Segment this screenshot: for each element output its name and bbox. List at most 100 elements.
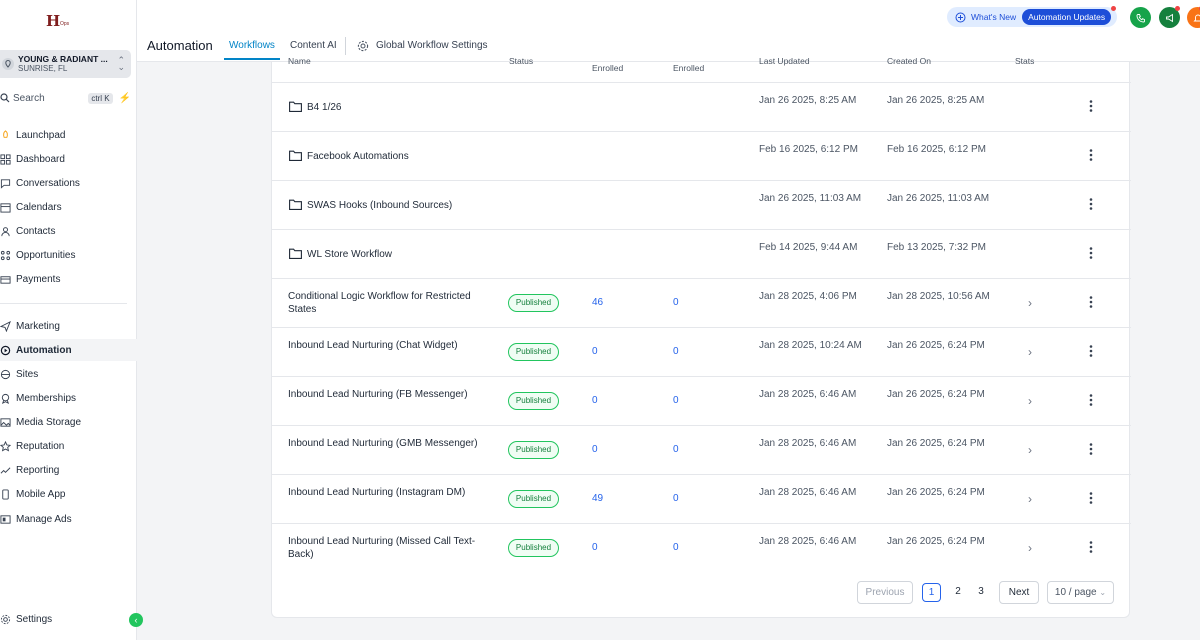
column-header-active-enrolled[interactable]: Enrolled — [673, 63, 704, 73]
folder-row[interactable]: B4 1/26 Jan 26 2025, 8:25 AM Jan 26 2025, … — [272, 82, 1131, 131]
collapse-sidebar-button[interactable]: ‹ — [129, 613, 143, 627]
previous-page-button[interactable]: Previous — [857, 581, 913, 604]
sidebar-item-reporting[interactable]: Reporting — [0, 459, 137, 481]
media-icon — [0, 417, 11, 427]
page-button-2[interactable]: 2 — [952, 586, 964, 597]
status-badge: Published — [508, 539, 559, 557]
last-updated-date: Jan 28 2025, 4:06 PM — [759, 291, 857, 302]
more-options-icon[interactable] — [1089, 99, 1093, 113]
workflow-name[interactable]: Inbound Lead Nurturing (FB Messenger) — [288, 388, 488, 401]
lightning-icon[interactable]: ⚡ — [119, 93, 131, 104]
next-page-button[interactable]: Next — [999, 581, 1039, 604]
total-enrolled-count[interactable]: 0 — [592, 444, 598, 455]
folder-name[interactable]: B4 1/26 — [307, 101, 341, 114]
folder-name[interactable]: Facebook Automations — [307, 150, 409, 163]
chevron-right-icon[interactable]: › — [1028, 443, 1032, 457]
column-header-name[interactable]: Name — [288, 56, 311, 66]
workflow-row[interactable]: Inbound Lead Nurturing (GMB Messenger) Pu… — [272, 425, 1131, 474]
sidebar-item-sites[interactable]: Sites — [0, 363, 137, 385]
column-header-total-enrolled[interactable]: Enrolled — [592, 63, 623, 73]
sidebar-item-opportunities[interactable]: Opportunities — [0, 244, 137, 266]
gear-icon[interactable] — [357, 40, 369, 52]
notifications-button[interactable] — [1187, 7, 1200, 28]
sidebar-item-dashboard[interactable]: Dashboard — [0, 148, 137, 170]
whats-new-banner[interactable]: What's New Automation Updates — [947, 7, 1117, 27]
workflow-name[interactable]: Inbound Lead Nurturing (GMB Messenger) — [288, 437, 488, 450]
total-enrolled-count[interactable]: 49 — [592, 493, 603, 504]
chevron-right-icon[interactable]: › — [1028, 345, 1032, 359]
more-options-icon[interactable] — [1089, 540, 1093, 554]
workflow-name[interactable]: Inbound Lead Nurturing (Chat Widget) — [288, 339, 488, 352]
workflow-row[interactable]: Inbound Lead Nurturing (Instagram DM) Pub… — [272, 474, 1131, 523]
column-header-stats[interactable]: Stats — [1015, 56, 1034, 66]
status-badge: Published — [508, 343, 559, 361]
total-enrolled-count[interactable]: 0 — [592, 346, 598, 357]
brand-logo[interactable]: H Ops — [46, 12, 76, 36]
sidebar-item-media-storage[interactable]: Media Storage — [0, 411, 137, 433]
sidebar-item-marketing[interactable]: Marketing — [0, 315, 137, 337]
more-options-icon[interactable] — [1089, 295, 1093, 309]
folder-name[interactable]: SWAS Hooks (Inbound Sources) — [307, 199, 452, 212]
created-on-date: Jan 26 2025, 6:24 PM — [887, 438, 985, 449]
column-header-created-on[interactable]: Created On — [887, 56, 931, 66]
folder-row[interactable]: SWAS Hooks (Inbound Sources) Jan 26 2025,… — [272, 180, 1131, 229]
column-header-last-updated[interactable]: Last Updated — [759, 56, 810, 66]
tab-workflows[interactable]: Workflows — [229, 40, 275, 51]
sidebar-item-conversations[interactable]: Conversations — [0, 172, 137, 194]
chevron-right-icon[interactable]: › — [1028, 492, 1032, 506]
total-enrolled-count[interactable]: 0 — [592, 542, 598, 553]
active-enrolled-count[interactable]: 0 — [673, 542, 679, 553]
active-enrolled-count[interactable]: 0 — [673, 444, 679, 455]
sidebar-item-label: Media Storage — [16, 416, 82, 428]
column-header-status[interactable]: Status — [509, 56, 533, 66]
workflow-name[interactable]: Inbound Lead Nurturing (Instagram DM) — [288, 486, 488, 499]
sidebar-item-mobile-app[interactable]: Mobile App — [0, 483, 137, 505]
folder-row[interactable]: Facebook Automations Feb 16 2025, 6:12 PM… — [272, 131, 1131, 180]
sidebar-item-contacts[interactable]: Contacts — [0, 220, 137, 242]
sidebar-item-launchpad[interactable]: Launchpad — [0, 124, 137, 146]
sidebar-item-calendars[interactable]: Calendars — [0, 196, 137, 218]
active-enrolled-count[interactable]: 0 — [673, 493, 679, 504]
total-enrolled-count[interactable]: 46 — [592, 297, 603, 308]
sidebar-item-payments[interactable]: Payments — [0, 268, 137, 290]
more-options-icon[interactable] — [1089, 197, 1093, 211]
folder-name[interactable]: WL Store Workflow — [307, 248, 392, 261]
sidebar-item-settings[interactable]: Settings — [0, 608, 137, 630]
status-badge: Published — [508, 490, 559, 508]
phone-button[interactable] — [1130, 7, 1151, 28]
more-options-icon[interactable] — [1089, 148, 1093, 162]
page-button-3[interactable]: 3 — [975, 586, 987, 597]
sidebar-item-memberships[interactable]: Memberships — [0, 387, 137, 409]
sidebar-item-reputation[interactable]: Reputation — [0, 435, 137, 457]
automation-updates-badge[interactable]: Automation Updates — [1022, 9, 1112, 25]
active-enrolled-count[interactable]: 0 — [673, 395, 679, 406]
chevron-right-icon[interactable]: › — [1028, 296, 1032, 310]
workflow-row[interactable]: Inbound Lead Nurturing (FB Messenger) Pub… — [272, 376, 1131, 425]
workflow-name[interactable]: Inbound Lead Nurturing (Missed Call Text… — [288, 535, 488, 561]
total-enrolled-count[interactable]: 0 — [592, 395, 598, 406]
more-options-icon[interactable] — [1089, 393, 1093, 407]
last-updated-date: Jan 28 2025, 10:24 AM — [759, 340, 862, 351]
active-enrolled-count[interactable]: 0 — [673, 346, 679, 357]
tab-content-ai[interactable]: Content AI — [290, 40, 337, 51]
page-button-1[interactable]: 1 — [922, 583, 941, 602]
folder-row[interactable]: WL Store Workflow Feb 14 2025, 9:44 AM Feb… — [272, 229, 1131, 278]
sidebar-item-manage-ads[interactable]: Manage Ads — [0, 508, 137, 530]
location-switcher[interactable]: YOUNG & RADIANT ... SUNRISE, FL ⌃ ⌄ — [0, 50, 131, 78]
chevron-right-icon[interactable]: › — [1028, 394, 1032, 408]
sidebar-item-automation[interactable]: Automation — [0, 339, 137, 361]
tab-global-workflow-settings[interactable]: Global Workflow Settings — [376, 40, 488, 51]
workflow-row[interactable]: Conditional Logic Workflow for Restricte… — [272, 278, 1131, 327]
folder-icon — [289, 248, 302, 259]
more-options-icon[interactable] — [1089, 344, 1093, 358]
workflow-row[interactable]: Inbound Lead Nurturing (Chat Widget) Publ… — [272, 327, 1131, 376]
more-options-icon[interactable] — [1089, 491, 1093, 505]
page-size-select[interactable]: 10 / page ⌄ — [1047, 581, 1114, 604]
workflow-name[interactable]: Conditional Logic Workflow for Restricte… — [288, 290, 488, 316]
more-options-icon[interactable] — [1089, 442, 1093, 456]
sidebar-search[interactable]: Search ctrl K ⚡ — [0, 90, 131, 106]
workflow-row[interactable]: Inbound Lead Nurturing (Missed Call Text… — [272, 523, 1131, 572]
more-options-icon[interactable] — [1089, 246, 1093, 260]
chevron-right-icon[interactable]: › — [1028, 541, 1032, 555]
active-enrolled-count[interactable]: 0 — [673, 297, 679, 308]
